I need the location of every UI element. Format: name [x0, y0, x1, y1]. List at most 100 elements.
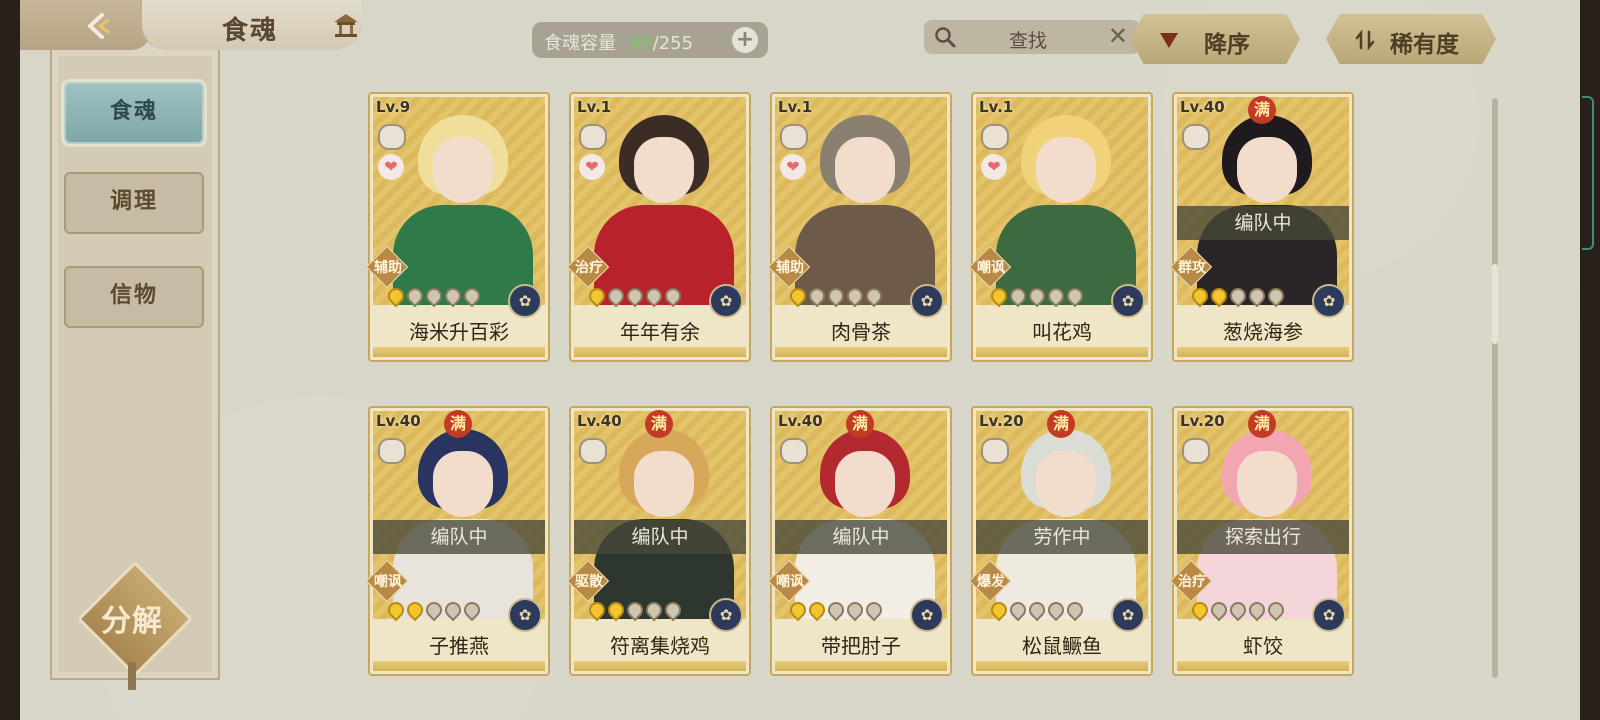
- food-soul-card[interactable]: Lv.40 满编队中 嘲讽 ✿ 子推燕: [365, 406, 550, 676]
- flame-icon: [460, 598, 484, 622]
- clear-search-button[interactable]: ✕: [1108, 22, 1128, 50]
- role-label: 驱散: [575, 574, 603, 590]
- back-arrow-icon: [88, 13, 110, 39]
- star-flames: [585, 598, 699, 622]
- sidebar-item-tokens[interactable]: 信物: [64, 266, 204, 328]
- flame-icon: [661, 284, 685, 308]
- element-badge-icon: ✿: [910, 598, 944, 632]
- role-label: 嘲讽: [374, 574, 402, 590]
- flame-icon: [1025, 598, 1049, 622]
- heart-icon[interactable]: ❤: [981, 154, 1007, 180]
- decompose-button[interactable]: 分解: [77, 561, 193, 690]
- sort-order-button[interactable]: 降序: [1130, 14, 1300, 64]
- food-soul-card[interactable]: Lv.20 满探索出行 治疗 ✿ 虾饺: [1169, 406, 1354, 676]
- food-soul-card[interactable]: Lv.1 ❤ 辅助 ✿ 肉骨茶: [767, 92, 952, 362]
- portrait-face: [1237, 451, 1297, 517]
- star-flames: [585, 284, 699, 308]
- food-soul-card[interactable]: Lv.1 ❤ 嘲讽 ✿ 叫花鸡: [968, 92, 1153, 362]
- flame-icon: [384, 284, 408, 308]
- role-label: 辅助: [776, 260, 804, 276]
- bowl-icon: [981, 124, 1009, 150]
- food-soul-card[interactable]: Lv.40 满编队中 群攻 ✿ 葱烧海参: [1169, 92, 1354, 362]
- sidebar-item-cooking[interactable]: 调理: [64, 172, 204, 234]
- level-label: Lv.40: [376, 412, 421, 430]
- star-flames: [786, 598, 900, 622]
- role-badge: 爆发: [968, 559, 1012, 603]
- portrait-face: [1036, 451, 1096, 517]
- flame-icon: [623, 598, 647, 622]
- element-badge-icon: ✿: [1312, 598, 1346, 632]
- portrait-face: [1036, 137, 1096, 203]
- sidebar-item-food-souls[interactable]: 食魂: [64, 82, 204, 144]
- role-badge: 嘲讽: [365, 559, 409, 603]
- flame-icon: [987, 284, 1011, 308]
- food-soul-card[interactable]: Lv.40 满编队中 驱散 ✿ 符离集烧鸡: [566, 406, 751, 676]
- star-flames: [987, 284, 1101, 308]
- swap-icon: [1355, 30, 1375, 50]
- portrait-face: [433, 451, 493, 517]
- card-bottom-trim: [373, 661, 545, 671]
- status-banner: 编队中: [373, 520, 545, 554]
- card-bottom-trim: [1177, 661, 1349, 671]
- level-label: Lv.20: [979, 412, 1024, 430]
- capacity-label-text: 食魂容量: [544, 33, 616, 54]
- portrait-face: [634, 137, 694, 203]
- character-name: 葱烧海参: [1223, 320, 1303, 344]
- portrait-face: [634, 451, 694, 517]
- heart-icon[interactable]: ❤: [579, 154, 605, 180]
- card-bottom-trim: [373, 347, 545, 357]
- flame-icon: [441, 284, 465, 308]
- flame-icon: [1226, 598, 1250, 622]
- character-name: 松鼠鳜鱼: [1022, 634, 1102, 658]
- level-label: Lv.40: [1180, 98, 1225, 116]
- flame-icon: [805, 598, 829, 622]
- character-name: 叫花鸡: [1032, 320, 1092, 344]
- back-button[interactable]: [20, 0, 150, 50]
- bowl-icon: [579, 438, 607, 464]
- portrait-face: [835, 451, 895, 517]
- title-tab: 食魂: [140, 0, 362, 50]
- portrait-face: [1237, 137, 1297, 203]
- flame-icon: [1188, 598, 1212, 622]
- max-level-badge: 满: [846, 410, 874, 438]
- food-soul-card[interactable]: Lv.40 满编队中 嘲讽 ✿ 带把肘子: [767, 406, 952, 676]
- flame-icon: [623, 284, 647, 308]
- level-label: Lv.1: [577, 98, 612, 116]
- capacity-display: 食魂容量 66/255 +: [532, 22, 768, 58]
- max-level-badge: 满: [1248, 96, 1276, 124]
- heart-icon[interactable]: ❤: [780, 154, 806, 180]
- pavilion-icon[interactable]: [332, 12, 360, 38]
- star-flames: [384, 598, 498, 622]
- food-soul-card[interactable]: Lv.9 ❤ 辅助 ✿ 海米升百彩: [365, 92, 550, 362]
- capacity-current: 66: [629, 33, 653, 54]
- bowl-icon: [1182, 438, 1210, 464]
- bowl-icon: [378, 124, 406, 150]
- flame-icon: [441, 598, 465, 622]
- card-bottom-trim: [574, 347, 746, 357]
- capacity-add-button[interactable]: +: [732, 27, 758, 53]
- flame-icon: [604, 284, 628, 308]
- element-badge-icon: ✿: [910, 284, 944, 318]
- role-badge: 驱散: [566, 559, 610, 603]
- character-name: 虾饺: [1243, 634, 1283, 658]
- flame-icon: [604, 598, 628, 622]
- element-badge-icon: ✿: [1312, 284, 1346, 318]
- scrollbar-thumb[interactable]: [1492, 264, 1498, 344]
- status-banner: 编队中: [574, 520, 746, 554]
- game-screen: 食魂 食魂容量 66/255 + 查找 ✕ 降序 稀有度 食魂 调理 信物 分解…: [20, 0, 1580, 720]
- flame-icon: [1245, 284, 1269, 308]
- card-bottom-trim: [574, 661, 746, 671]
- bowl-icon: [378, 438, 406, 464]
- flame-icon: [1264, 598, 1288, 622]
- food-soul-card[interactable]: Lv.1 ❤ 治疗 ✿ 年年有余: [566, 92, 751, 362]
- sort-key-button[interactable]: 稀有度: [1326, 14, 1496, 64]
- flame-icon: [843, 598, 867, 622]
- food-soul-card[interactable]: Lv.20 满劳作中 爆发 ✿ 松鼠鳜鱼: [968, 406, 1153, 676]
- flame-icon: [460, 284, 484, 308]
- decompose-label: 分解: [101, 604, 163, 639]
- heart-icon[interactable]: ❤: [378, 154, 404, 180]
- search-field[interactable]: 查找 ✕: [924, 20, 1140, 54]
- max-level-badge: 满: [444, 410, 472, 438]
- level-label: Lv.9: [376, 98, 411, 116]
- scrollbar-track[interactable]: [1492, 98, 1498, 678]
